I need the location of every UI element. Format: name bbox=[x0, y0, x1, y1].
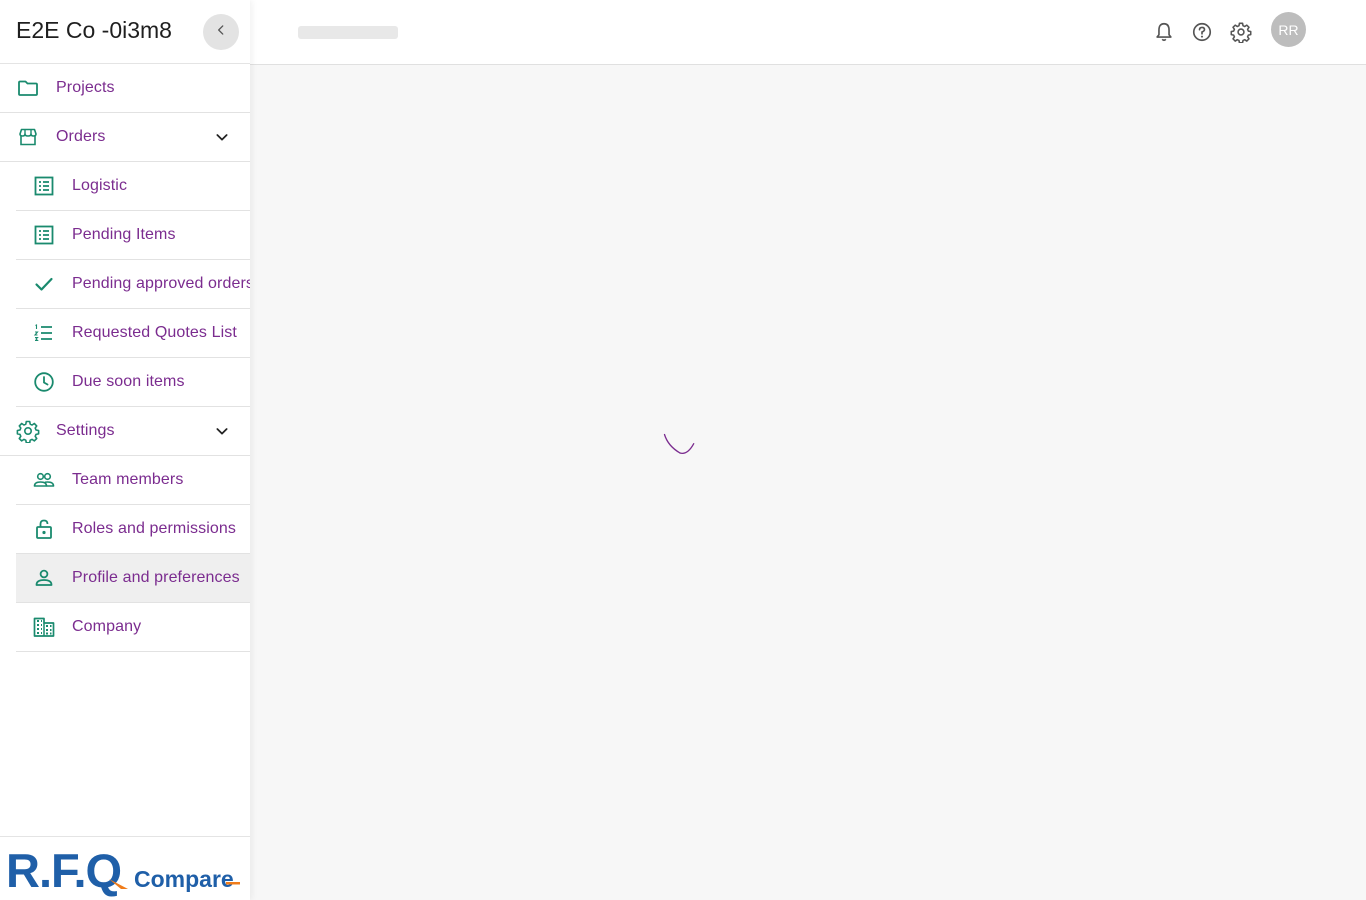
company-name: E2E Co -0i3m8 bbox=[16, 17, 172, 43]
sidebar-item-label: Projects bbox=[56, 79, 115, 96]
sidebar-item-label: Company bbox=[72, 618, 142, 635]
sidebar-item-logistic[interactable]: Logistic bbox=[16, 162, 250, 211]
logo-mark-text: R.F.Q bbox=[6, 844, 121, 897]
sidebar-item-label: Orders bbox=[56, 128, 106, 145]
list-alt-icon bbox=[32, 174, 56, 198]
sidebar-item-due-soon-items[interactable]: Due soon items bbox=[16, 358, 250, 407]
gear-icon bbox=[16, 419, 40, 443]
sidebar-item-label: Due soon items bbox=[72, 373, 185, 390]
sidebar-item-label: Pending approved orders bbox=[72, 275, 250, 292]
sidebar-header: E2E Co -0i3m8 bbox=[0, 0, 250, 64]
chevron-left-icon bbox=[214, 23, 228, 42]
people-icon bbox=[32, 468, 56, 492]
sidebar-footer: R.F.Q Compare bbox=[0, 836, 250, 900]
folder-icon bbox=[16, 76, 40, 100]
settings-icon[interactable] bbox=[1229, 20, 1253, 44]
sidebar-item-label: Requested Quotes List bbox=[72, 324, 237, 341]
sidebar-item-profile-and-preferences[interactable]: Profile and preferences bbox=[16, 554, 250, 603]
sidebar-item-requested-quotes-list[interactable]: Requested Quotes List bbox=[16, 309, 250, 358]
person-icon bbox=[32, 566, 56, 590]
format-list-numbered-icon bbox=[32, 321, 56, 345]
sidebar-item-label: Profile and preferences bbox=[72, 569, 240, 586]
bell-icon[interactable] bbox=[1152, 20, 1176, 44]
check-icon bbox=[32, 272, 56, 296]
sidebar-item-label: Team members bbox=[72, 471, 184, 488]
clock-icon bbox=[32, 370, 56, 394]
sidebar: E2E Co -0i3m8 Projects Orders Logistic P… bbox=[0, 0, 250, 900]
page-title-skeleton bbox=[298, 26, 398, 39]
sidebar-item-pending-items[interactable]: Pending Items bbox=[16, 211, 250, 260]
chevron-down-icon[interactable] bbox=[211, 126, 233, 148]
sidebar-item-label: Roles and permissions bbox=[72, 520, 236, 537]
main-content bbox=[250, 65, 1366, 900]
list-alt-icon bbox=[32, 223, 56, 247]
top-bar: RR bbox=[250, 0, 1366, 65]
sidebar-item-team-members[interactable]: Team members bbox=[16, 456, 250, 505]
rfq-compare-logo: R.F.Q Compare bbox=[6, 844, 240, 897]
sidebar-item-label: Settings bbox=[56, 422, 115, 439]
sidebar-item-projects[interactable]: Projects bbox=[0, 64, 250, 113]
sidebar-item-settings[interactable]: Settings bbox=[0, 407, 250, 456]
chevron-down-icon[interactable] bbox=[211, 420, 233, 442]
help-icon[interactable] bbox=[1190, 20, 1214, 44]
collapse-sidebar-button[interactable] bbox=[203, 14, 239, 50]
sidebar-item-roles-and-permissions[interactable]: Roles and permissions bbox=[16, 505, 250, 554]
sidebar-item-pending-approved-orders[interactable]: Pending approved orders bbox=[16, 260, 250, 309]
app-root: E2E Co -0i3m8 Projects Orders Logistic P… bbox=[0, 0, 1366, 900]
domain-icon bbox=[32, 615, 56, 639]
sidebar-item-label: Pending Items bbox=[72, 226, 176, 243]
loading-spinner bbox=[663, 433, 699, 455]
lock-open-icon bbox=[32, 517, 56, 541]
logo-compare-text: Compare bbox=[134, 866, 234, 892]
sidebar-item-label: Logistic bbox=[72, 177, 128, 194]
avatar[interactable]: RR bbox=[1271, 12, 1306, 47]
sidebar-item-orders[interactable]: Orders bbox=[0, 113, 250, 162]
storefront-icon bbox=[16, 125, 40, 149]
sidebar-item-company[interactable]: Company bbox=[16, 603, 250, 652]
